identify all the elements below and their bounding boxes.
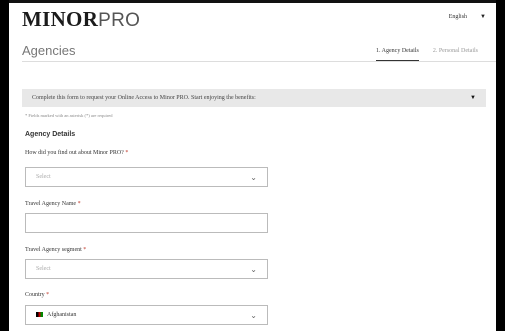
- required-star: *: [46, 292, 50, 298]
- info-bar[interactable]: Complete this form to request your Onlin…: [22, 89, 486, 107]
- info-bar-text: Complete this form to request your Onlin…: [32, 95, 256, 101]
- caret-down-icon[interactable]: ▼: [470, 95, 476, 101]
- agency-name-input[interactable]: [25, 213, 268, 233]
- segment-label-text: Travel Agency segment: [25, 247, 82, 253]
- agency-name-label: Travel Agency Name *: [25, 201, 81, 207]
- minor-pro-logo[interactable]: MINORPRO: [22, 8, 140, 32]
- language-selector[interactable]: English ▼: [449, 14, 486, 20]
- caret-down-icon: ▼: [480, 14, 486, 20]
- page-frame: MINORPRO English ▼ Agencies 1. Agency De…: [9, 0, 496, 331]
- section-title: Agency Details: [25, 131, 76, 138]
- source-label: How did you find out about Minor PRO? *: [25, 150, 128, 156]
- afghanistan-flag-icon: [36, 312, 43, 318]
- segment-select[interactable]: Select ⌄: [25, 259, 268, 279]
- required-star: *: [77, 201, 81, 207]
- language-label: English: [448, 14, 468, 20]
- page-title: Agencies: [22, 43, 76, 58]
- source-select-value: Select: [36, 174, 51, 180]
- country-select-value: Afghanistan: [47, 312, 77, 318]
- segment-select-value: Select: [36, 266, 51, 272]
- step-tabs: 1. Agency Details 2. Personal Details: [376, 48, 478, 61]
- source-select[interactable]: Select ⌄: [25, 167, 268, 187]
- header-divider: [22, 61, 496, 62]
- step-personal-details[interactable]: 2. Personal Details: [433, 48, 478, 61]
- required-star: *: [125, 150, 129, 156]
- chevron-down-icon: ⌄: [250, 264, 257, 274]
- agency-name-label-text: Travel Agency Name: [25, 201, 77, 207]
- country-label: Country *: [25, 292, 49, 298]
- required-star: *: [83, 247, 87, 253]
- segment-label: Travel Agency segment *: [25, 247, 86, 253]
- country-select-value-wrap: Afghanistan: [36, 312, 76, 318]
- step-agency-details[interactable]: 1. Agency Details: [376, 48, 419, 61]
- country-select[interactable]: Afghanistan ⌄: [25, 305, 268, 325]
- chevron-down-icon: ⌄: [250, 172, 257, 182]
- source-label-text: How did you find out about Minor PRO?: [25, 150, 124, 156]
- logo-light-text: PRO: [98, 10, 141, 31]
- chevron-down-icon: ⌄: [250, 310, 257, 320]
- logo-bold-text: MINOR: [22, 7, 99, 31]
- country-label-text: Country: [25, 292, 45, 298]
- required-note: * Fields marked with an asterisk (*) are…: [25, 113, 113, 118]
